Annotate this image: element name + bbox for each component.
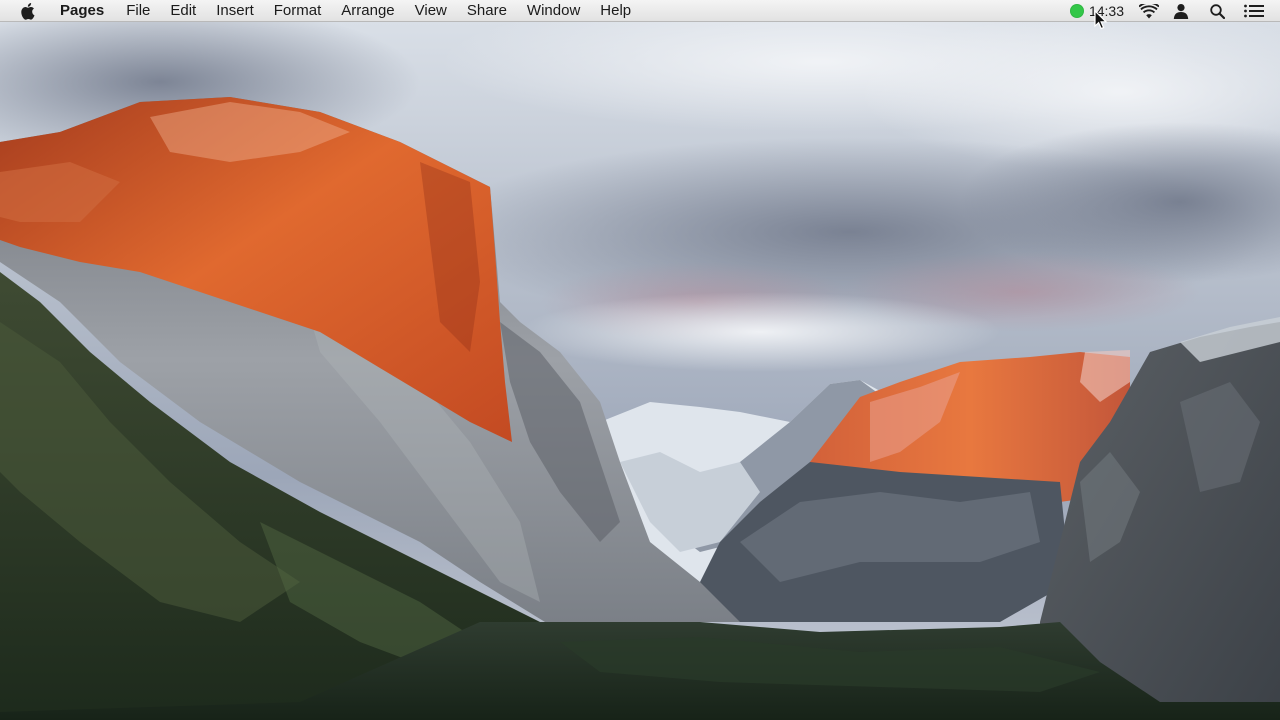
menu-bar-left: Pages File Edit Insert Format Arrange Vi… [0, 0, 641, 22]
menu-format[interactable]: Format [264, 0, 332, 22]
menu-window[interactable]: Window [517, 0, 590, 22]
menu-bar: Pages File Edit Insert Format Arrange Vi… [0, 0, 1280, 22]
menu-arrange[interactable]: Arrange [331, 0, 404, 22]
mouse-cursor-icon [1094, 9, 1108, 30]
user-icon[interactable] [1172, 0, 1190, 22]
wifi-icon[interactable] [1138, 0, 1160, 22]
apple-icon[interactable] [20, 0, 38, 22]
status-dot-icon[interactable] [1069, 4, 1084, 18]
notification-center-icon[interactable] [1243, 0, 1265, 22]
menu-help[interactable]: Help [590, 0, 641, 22]
menu-view[interactable]: View [405, 0, 457, 22]
menu-edit[interactable]: Edit [160, 0, 206, 22]
menu-insert[interactable]: Insert [206, 0, 264, 22]
menu-file[interactable]: File [116, 0, 160, 22]
menu-app-name[interactable]: Pages [52, 0, 116, 22]
menu-share[interactable]: Share [457, 0, 517, 22]
spotlight-search-icon[interactable] [1208, 0, 1226, 22]
desktop-wallpaper [0, 22, 1280, 720]
